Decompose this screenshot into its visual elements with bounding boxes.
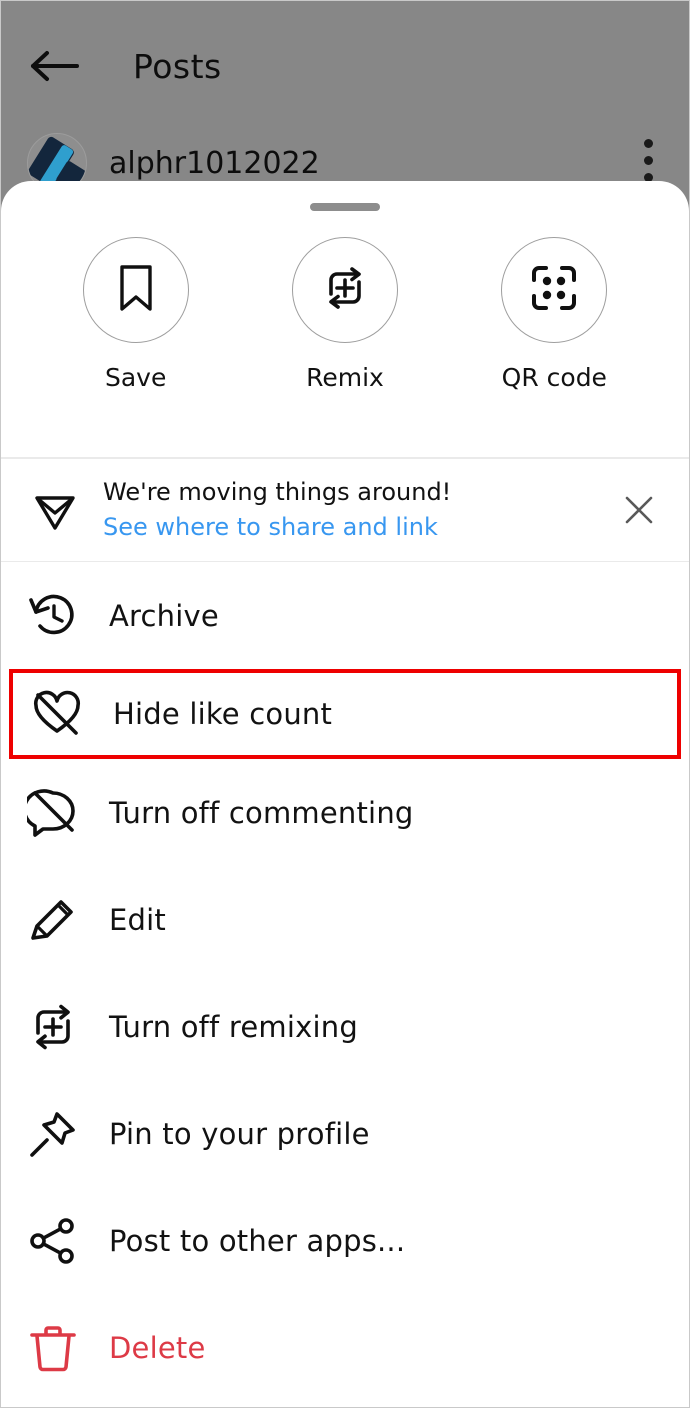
menu-item-label: Post to other apps... (109, 1223, 406, 1258)
bookmark-icon (114, 263, 158, 317)
menu-item-post-to-other-apps[interactable]: Post to other apps... (1, 1187, 689, 1294)
page-title: Posts (133, 46, 222, 86)
qr-code-button[interactable] (501, 237, 608, 343)
post-username[interactable]: alphr1012022 (109, 146, 320, 181)
remix-icon (27, 1001, 89, 1053)
quick-actions-row: Save Remix QR code (1, 211, 689, 457)
menu-item-label: Delete (109, 1330, 206, 1365)
menu-item-label: Archive (109, 598, 219, 633)
save-button[interactable] (82, 237, 189, 343)
quick-action-label: QR code (501, 363, 607, 392)
app-header: Posts (1, 31, 689, 101)
menu-item-label: Hide like count (113, 697, 333, 731)
back-arrow-icon[interactable] (29, 46, 83, 86)
heart-slash-icon (31, 688, 93, 740)
menu-item-label: Edit (109, 902, 166, 937)
remix-icon (321, 264, 369, 316)
menu-item-hide-like-count[interactable]: Hide like count (9, 669, 681, 759)
qr-code-icon (530, 264, 578, 316)
menu-item-label: Turn off commenting (109, 795, 414, 830)
quick-action-qr-code[interactable]: QR code (474, 237, 634, 392)
banner-link[interactable]: See where to share and link (103, 511, 615, 543)
menu-item-delete[interactable]: Delete (1, 1294, 689, 1401)
sheet-bottom-spacer (1, 1401, 689, 1407)
more-options-icon[interactable] (644, 139, 653, 182)
menu-item-edit[interactable]: Edit (1, 866, 689, 973)
trash-icon (27, 1322, 89, 1374)
close-icon[interactable] (615, 486, 663, 534)
post-options-bottom-sheet: Save Remix QR code We're moving things a… (1, 181, 689, 1407)
menu-item-archive[interactable]: Archive (1, 562, 689, 669)
archive-clock-icon (27, 590, 89, 642)
options-menu: Archive Hide like count Turn off comment… (1, 562, 689, 1407)
quick-action-save[interactable]: Save (56, 237, 216, 392)
quick-action-remix[interactable]: Remix (265, 237, 425, 392)
pencil-icon (27, 894, 89, 946)
remix-button[interactable] (291, 237, 398, 343)
comment-slash-icon (27, 787, 89, 839)
menu-item-turn-off-remixing[interactable]: Turn off remixing (1, 973, 689, 1080)
menu-item-turn-off-commenting[interactable]: Turn off commenting (1, 759, 689, 866)
banner-text-block: We're moving things around! See where to… (103, 476, 615, 543)
send-paper-plane-icon (31, 486, 89, 534)
moving-things-banner[interactable]: We're moving things around! See where to… (1, 459, 689, 561)
menu-item-pin-to-your-profile[interactable]: Pin to your profile (1, 1080, 689, 1187)
pin-icon (27, 1108, 89, 1160)
share-nodes-icon (27, 1215, 89, 1267)
drag-handle[interactable] (310, 203, 380, 211)
menu-item-label: Turn off remixing (109, 1009, 358, 1044)
banner-title: We're moving things around! (103, 478, 452, 507)
menu-item-label: Pin to your profile (109, 1116, 370, 1151)
phone-screen: Posts alphr1012022 Save Remix QR code We… (0, 0, 690, 1408)
quick-action-label: Remix (306, 363, 384, 392)
quick-action-label: Save (104, 363, 167, 392)
